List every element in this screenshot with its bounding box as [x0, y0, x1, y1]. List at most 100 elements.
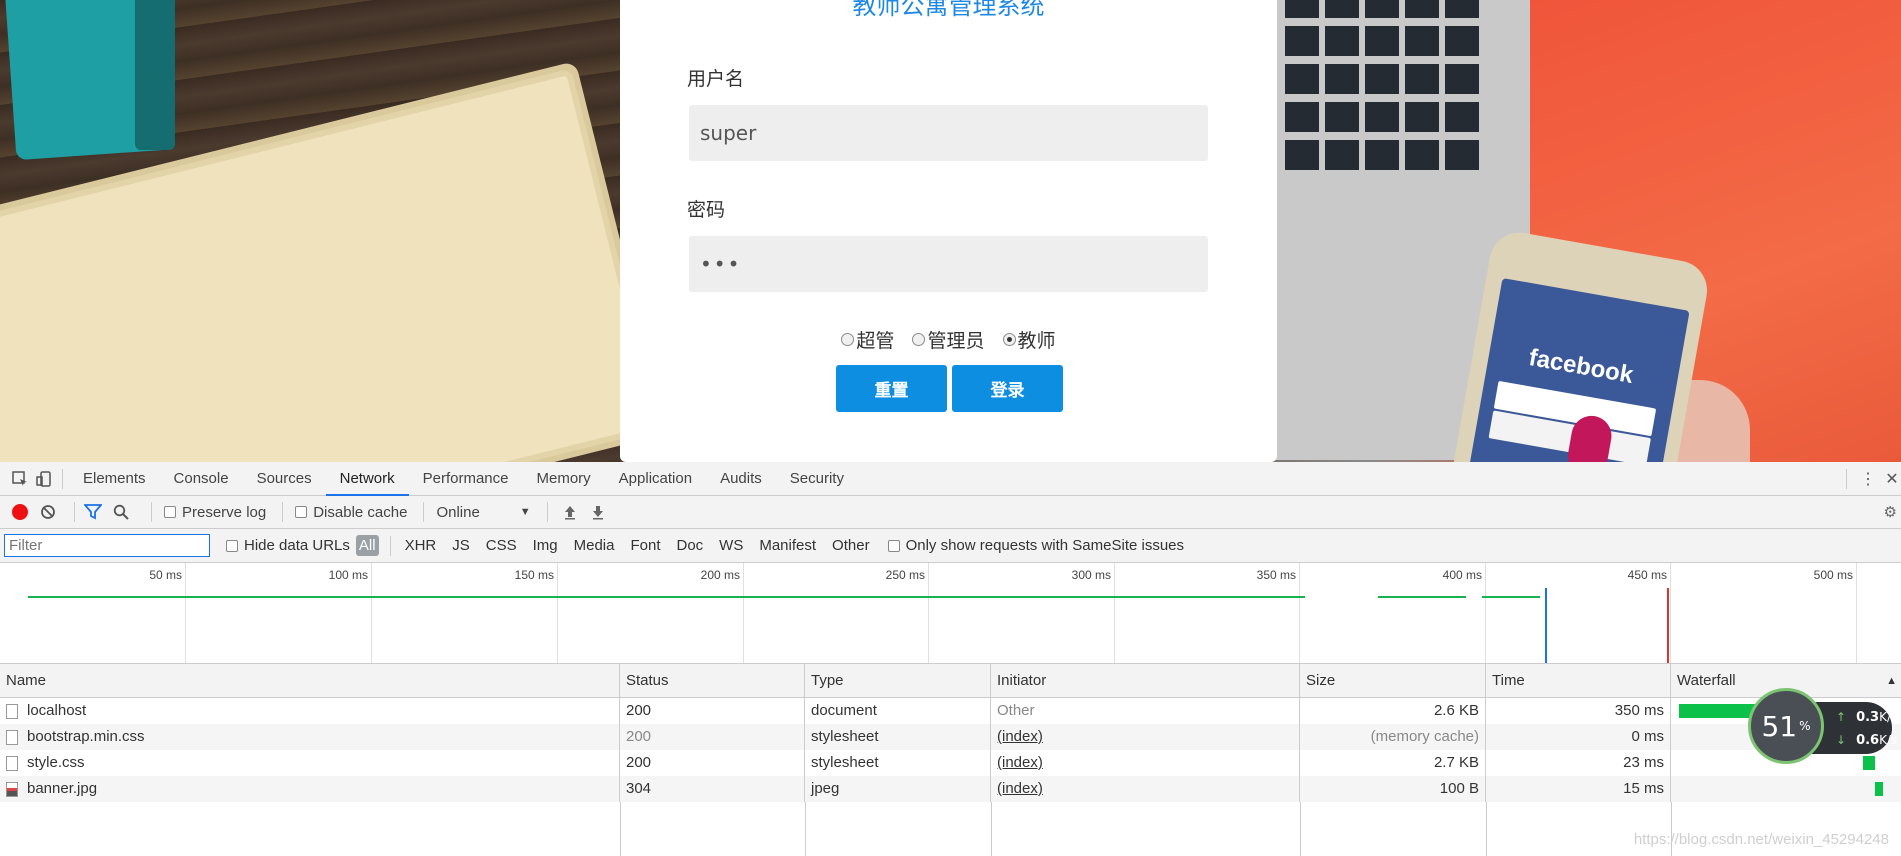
search-icon[interactable] — [109, 500, 133, 524]
cell-initiator[interactable]: (index) — [991, 750, 1300, 776]
download-speed: ↓ 0.6K/s — [1836, 729, 1897, 752]
inspect-element-icon[interactable] — [8, 467, 32, 491]
column-time[interactable]: Time — [1486, 664, 1671, 697]
role-admin[interactable]: 管理员 — [912, 326, 985, 353]
role-teacher-radio[interactable] — [1002, 333, 1016, 346]
cell-status: 200 — [620, 724, 805, 750]
tab-audits[interactable]: Audits — [706, 462, 776, 496]
role-admin-label: 管理员 — [927, 330, 985, 352]
role-teacher[interactable]: 教师 — [1002, 326, 1056, 353]
network-speed-widget[interactable]: ↑ 0.3K/s ↓ 0.6K/s 51% — [1748, 688, 1898, 768]
type-filter-all[interactable]: All — [355, 535, 379, 556]
type-filter-media[interactable]: Media — [571, 535, 618, 556]
preserve-log-toggle[interactable]: Preserve log — [164, 504, 266, 521]
tab-elements[interactable]: Elements — [69, 462, 160, 496]
devtools-tabbar: Elements Console Sources Network Perform… — [0, 462, 1901, 496]
system-title: 教师公寓管理系统 — [852, 0, 1045, 20]
column-name[interactable]: Name — [0, 664, 620, 697]
tab-application[interactable]: Application — [605, 462, 706, 496]
cell-time: 350 ms — [1486, 698, 1671, 724]
overview-bar-style — [1378, 596, 1466, 598]
hide-data-urls-toggle[interactable]: Hide data URLs — [226, 537, 350, 554]
clear-icon[interactable] — [36, 500, 60, 524]
cell-initiator[interactable]: (index) — [991, 776, 1300, 802]
table-row[interactable]: banner.jpg 304 jpeg (index) 100 B 15 ms — [0, 776, 1901, 802]
password-input[interactable] — [689, 236, 1208, 292]
settings-gear-icon[interactable]: ⚙ — [1884, 503, 1897, 521]
hide-data-urls-label: Hide data URLs — [244, 537, 350, 554]
username-label: 用户名 — [687, 68, 745, 90]
domcontentloaded-marker — [1545, 588, 1547, 663]
table-row[interactable]: localhost 200 document Other 2.6 KB 350 … — [0, 698, 1901, 724]
type-filter-js[interactable]: JS — [449, 535, 473, 556]
table-row[interactable]: bootstrap.min.css 200 stylesheet (index)… — [0, 724, 1901, 750]
username-input[interactable] — [689, 105, 1208, 161]
samesite-checkbox[interactable] — [887, 539, 900, 552]
device-toolbar-icon[interactable] — [32, 467, 56, 491]
type-filter-doc[interactable]: Doc — [673, 535, 706, 556]
tab-security[interactable]: Security — [776, 462, 858, 496]
cell-initiator[interactable]: (index) — [991, 724, 1300, 750]
overview-tick: 200 ms — [558, 563, 744, 663]
reset-button[interactable]: 重置 — [836, 365, 947, 412]
type-filter-other[interactable]: Other — [829, 535, 873, 556]
tab-network[interactable]: Network — [325, 462, 409, 496]
tab-performance[interactable]: Performance — [409, 462, 523, 496]
network-overview[interactable]: 50 ms 100 ms 150 ms 200 ms 250 ms 300 ms… — [0, 563, 1901, 664]
phone-image: facebook — [1448, 227, 1712, 462]
cell-name: banner.jpg — [0, 776, 620, 802]
role-super-admin-radio[interactable] — [841, 333, 855, 346]
tick-label: 100 ms — [328, 568, 368, 582]
cell-initiator: Other — [991, 698, 1300, 724]
login-button[interactable]: 登录 — [952, 365, 1063, 412]
preserve-log-checkbox[interactable] — [164, 506, 176, 518]
image-icon — [6, 781, 18, 797]
tab-console[interactable]: Console — [160, 462, 243, 496]
type-filter-img[interactable]: Img — [530, 535, 561, 556]
password-label: 密码 — [687, 199, 726, 221]
record-icon[interactable] — [12, 504, 28, 520]
tick-label: 500 ms — [1813, 568, 1853, 582]
samesite-toggle[interactable]: Only show requests with SameSite issues — [887, 537, 1185, 554]
import-har-icon[interactable] — [558, 500, 582, 524]
download-value: 0.6 — [1856, 733, 1880, 748]
table-row[interactable]: style.css 200 stylesheet (index) 2.7 KB … — [0, 750, 1901, 776]
disable-cache-checkbox[interactable] — [295, 506, 308, 518]
tick-label: 300 ms — [1071, 568, 1111, 582]
throttling-select[interactable]: Online ▼ — [436, 504, 530, 521]
column-divider — [1486, 802, 1487, 856]
disable-cache-toggle[interactable]: Disable cache — [295, 504, 407, 521]
preserve-log-label: Preserve log — [182, 503, 267, 521]
tab-memory[interactable]: Memory — [523, 462, 605, 496]
throttling-value: Online — [436, 503, 480, 521]
column-size[interactable]: Size — [1300, 664, 1486, 697]
hide-data-urls-checkbox[interactable] — [226, 539, 238, 552]
toolbar-separator-1 — [74, 502, 75, 522]
cell-type: stylesheet — [805, 724, 991, 750]
filter-icon[interactable] — [81, 500, 105, 524]
cell-type: jpeg — [805, 776, 991, 802]
close-icon[interactable]: ✕ — [1883, 467, 1901, 491]
filter-input[interactable] — [4, 534, 210, 557]
cell-waterfall — [1671, 776, 1901, 802]
type-filter-manifest[interactable]: Manifest — [756, 535, 819, 556]
phone-screen: facebook — [1466, 277, 1690, 462]
type-filter-css[interactable]: CSS — [483, 535, 520, 556]
request-name: style.css — [27, 754, 85, 771]
column-divider — [991, 802, 992, 856]
cell-type: document — [805, 698, 991, 724]
samesite-label: Only show requests with SameSite issues — [905, 537, 1185, 554]
tab-sources[interactable]: Sources — [243, 462, 326, 496]
more-options-icon[interactable]: ⋮ — [1853, 467, 1883, 491]
network-filterbar: Hide data URLs All XHR JS CSS Img Media … — [0, 529, 1901, 563]
column-status[interactable]: Status — [620, 664, 805, 697]
column-initiator[interactable]: Initiator — [991, 664, 1300, 697]
export-har-icon[interactable] — [586, 500, 610, 524]
type-filter-ws[interactable]: WS — [716, 535, 746, 556]
type-filter-font[interactable]: Font — [627, 535, 663, 556]
role-super-admin[interactable]: 超管 — [841, 326, 894, 353]
column-type[interactable]: Type — [805, 664, 991, 697]
login-page: facebook 教师公寓管理系统 用户名 密码 超管 管理员 教师 — [0, 0, 1901, 462]
type-filter-xhr[interactable]: XHR — [402, 535, 440, 556]
role-admin-radio[interactable] — [912, 333, 926, 346]
